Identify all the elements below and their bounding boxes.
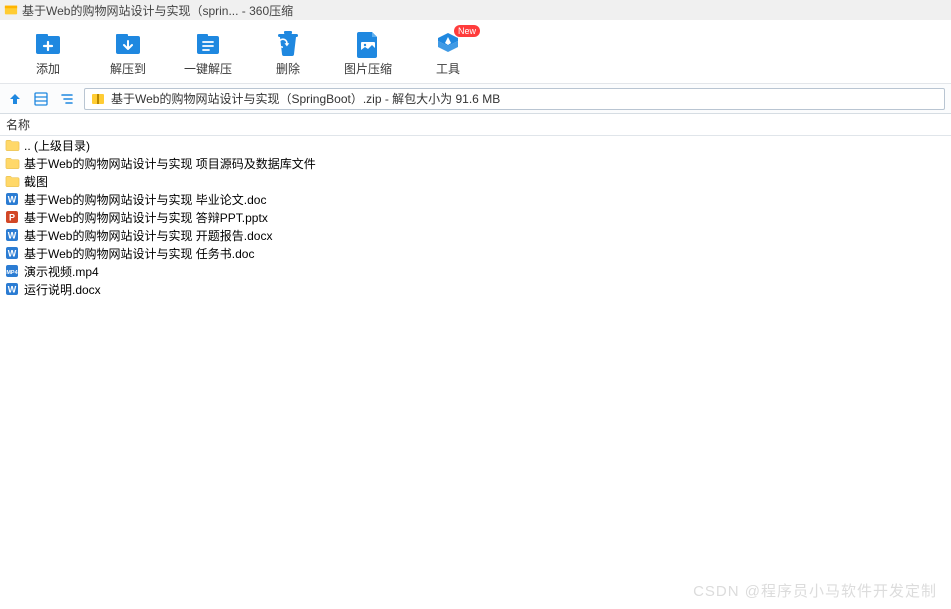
file-name: 截图 xyxy=(24,173,48,190)
svg-text:W: W xyxy=(8,231,17,241)
file-name: 演示视频.mp4 xyxy=(24,263,99,280)
title-bar: 基于Web的购物网站设计与实现（sprin... - 360压缩 xyxy=(0,0,951,20)
image-compress-icon xyxy=(353,30,383,58)
doc-icon: W xyxy=(4,281,20,297)
view-tree-icon[interactable] xyxy=(58,90,76,108)
image-compress-button[interactable]: 图片压缩 xyxy=(328,25,408,83)
file-listing: 名称 .. (上级目录)基于Web的购物网站设计与实现 项目源码及数据库文件截图… xyxy=(0,114,951,298)
path-box[interactable]: 基于Web的购物网站设计与实现（SpringBoot）.zip - 解包大小为 … xyxy=(84,88,945,110)
svg-text:P: P xyxy=(9,213,15,223)
column-header[interactable]: 名称 xyxy=(0,114,951,136)
path-text: 基于Web的购物网站设计与实现（SpringBoot）.zip - 解包大小为 … xyxy=(111,90,500,107)
file-row[interactable]: W 运行说明.docx xyxy=(0,280,951,298)
one-click-label: 一键解压 xyxy=(184,60,232,77)
tools-button[interactable]: New 工具 xyxy=(408,25,488,83)
doc-icon: W xyxy=(4,227,20,243)
delete-label: 删除 xyxy=(276,60,300,77)
doc-icon: W xyxy=(4,191,20,207)
watermark: CSDN @程序员小马软件开发定制 xyxy=(693,580,937,601)
doc-icon: W xyxy=(4,245,20,261)
file-name: 基于Web的购物网站设计与实现 任务书.doc xyxy=(24,245,254,262)
one-click-icon xyxy=(193,30,223,58)
new-badge: New xyxy=(454,25,480,37)
file-name: 运行说明.docx xyxy=(24,281,101,298)
file-row[interactable]: P 基于Web的购物网站设计与实现 答辩PPT.pptx xyxy=(0,208,951,226)
folder-icon xyxy=(4,173,20,189)
delete-button[interactable]: 删除 xyxy=(248,25,328,83)
add-button[interactable]: 添加 xyxy=(8,25,88,83)
folder-icon xyxy=(4,137,20,153)
window-title: 基于Web的购物网站设计与实现（sprin... - 360压缩 xyxy=(22,2,293,19)
file-name: .. (上级目录) xyxy=(24,137,90,154)
file-row[interactable]: 基于Web的购物网站设计与实现 项目源码及数据库文件 xyxy=(0,154,951,172)
folder-icon xyxy=(4,155,20,171)
path-bar: 基于Web的购物网站设计与实现（SpringBoot）.zip - 解包大小为 … xyxy=(0,84,951,114)
view-list-icon[interactable] xyxy=(32,90,50,108)
file-row[interactable]: MP4 演示视频.mp4 xyxy=(0,262,951,280)
app-icon xyxy=(4,3,18,17)
delete-icon xyxy=(273,30,303,58)
mp4-icon: MP4 xyxy=(4,263,20,279)
file-row[interactable]: W 基于Web的购物网站设计与实现 任务书.doc xyxy=(0,244,951,262)
svg-text:W: W xyxy=(8,285,17,295)
svg-text:W: W xyxy=(8,195,17,205)
extract-icon xyxy=(113,30,143,58)
ppt-icon: P xyxy=(4,209,20,225)
file-row[interactable]: .. (上级目录) xyxy=(0,136,951,154)
column-name: 名称 xyxy=(6,116,30,133)
file-row[interactable]: W 基于Web的购物网站设计与实现 毕业论文.doc xyxy=(0,190,951,208)
image-compress-label: 图片压缩 xyxy=(344,60,392,77)
archive-icon xyxy=(91,92,105,106)
tools-label: 工具 xyxy=(436,60,460,77)
file-name: 基于Web的购物网站设计与实现 开题报告.docx xyxy=(24,227,272,244)
up-arrow-icon[interactable] xyxy=(6,90,24,108)
svg-text:W: W xyxy=(8,249,17,259)
extract-label: 解压到 xyxy=(110,60,146,77)
file-row[interactable]: 截图 xyxy=(0,172,951,190)
file-row[interactable]: W 基于Web的购物网站设计与实现 开题报告.docx xyxy=(0,226,951,244)
toolbar: 添加 解压到 一键解压 删除 图片压缩 New 工具 xyxy=(0,20,951,84)
svg-text:MP4: MP4 xyxy=(6,270,18,276)
add-label: 添加 xyxy=(36,60,60,77)
file-name: 基于Web的购物网站设计与实现 答辩PPT.pptx xyxy=(24,209,268,226)
file-name: 基于Web的购物网站设计与实现 毕业论文.doc xyxy=(24,191,266,208)
add-icon xyxy=(33,30,63,58)
one-click-extract-button[interactable]: 一键解压 xyxy=(168,25,248,83)
extract-button[interactable]: 解压到 xyxy=(88,25,168,83)
file-name: 基于Web的购物网站设计与实现 项目源码及数据库文件 xyxy=(24,155,316,172)
